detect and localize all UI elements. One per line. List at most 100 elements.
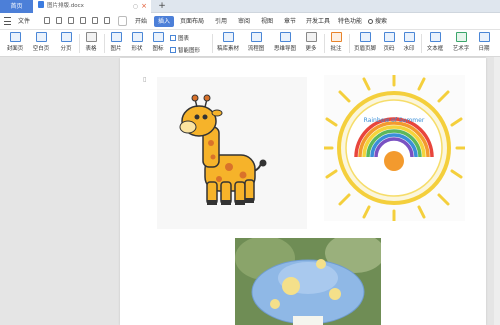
header-footer-icon [359,32,371,42]
more-button[interactable]: 更多 [302,32,320,52]
chart-icon [170,35,176,41]
sun-caption: Rainbow of Summer [364,117,425,124]
search-button[interactable]: 搜索 [368,16,398,27]
table-label: 表格 [85,46,97,52]
search-icon [368,19,373,24]
pin-icon[interactable]: ○ [133,0,138,13]
flowchart-label: 流程图 [247,46,265,52]
tab-insert[interactable]: 插入 [154,16,174,27]
comment-button[interactable]: 批注 [327,32,345,52]
date-label: 日期 [478,46,490,52]
tab-review[interactable]: 审阅 [234,16,254,27]
more-label: 更多 [305,46,317,52]
giraffe-picture[interactable] [157,77,307,229]
tab-home[interactable]: 首页 [0,0,33,13]
page-number-button[interactable]: 页码 [380,32,398,52]
online-material-icon [222,32,234,42]
mindmap-button[interactable]: 思维导图 [271,32,299,52]
shape-icon [131,32,143,42]
baidu-watermark-url: jingyan.baidu.com [402,296,449,302]
undo-icon[interactable] [104,17,110,24]
comment-icon [330,32,342,42]
cover-page-button[interactable]: 封面页 [4,32,26,52]
icons-icon [152,32,164,42]
document-title: 图片排版.docx [47,3,84,9]
flowchart-button[interactable]: 流程图 [244,32,268,52]
divider [104,34,105,53]
search-label: 搜索 [375,18,388,25]
insert-ribbon: 封面页 空白页 分页 表格 图片 形状 图标 图表 智能图形 稿库素材 流程图 … [0,30,500,57]
watermark-icon [403,32,415,42]
print-icon[interactable] [80,17,86,24]
online-material-button[interactable]: 稿库素材 [215,32,241,52]
picture-label: 图片 [110,46,122,52]
date-button[interactable]: 日期 [476,32,492,52]
redo-icon[interactable] [118,16,127,26]
page-number-icon [383,32,395,42]
watermark-button[interactable]: 水印 [400,32,418,52]
close-tab-button[interactable]: × [141,0,147,13]
tab-special[interactable]: 特色功能 [336,16,364,27]
chart-label: 图表 [178,36,190,42]
blank-page-icon [35,32,47,42]
page-number-label: 页码 [383,46,395,52]
divider [212,34,213,53]
watermark-label: 水印 [403,46,415,52]
header-footer-label: 页眉页脚 [353,46,376,52]
online-material-label: 稿库素材 [216,46,239,52]
icons-button[interactable]: 图标 [149,32,167,52]
shape-button[interactable]: 形状 [128,32,146,52]
mushroom-picture[interactable] [235,238,381,325]
picture-button[interactable]: 图片 [107,32,125,52]
textbox-label: 文本框 [426,46,444,52]
new-tab-button[interactable]: + [156,0,168,13]
document-icon [38,1,44,8]
tab-references[interactable]: 引用 [211,16,231,27]
icons-label: 图标 [152,46,164,52]
vertical-scrollbar[interactable] [494,57,500,325]
table-button[interactable]: 表格 [82,32,100,52]
wordart-label: 艺术字 [452,46,470,52]
page-break-label: 分页 [60,46,72,52]
page-break-icon [60,32,72,42]
tab-document[interactable]: 图片排版.docx ○ × [33,0,151,13]
preview-icon[interactable] [92,17,98,24]
chart-button[interactable]: 图表 [170,34,189,42]
smart-graphic-label: 智能图形 [178,48,201,54]
file-menu[interactable]: 文件 [14,16,34,27]
table-icon [85,32,97,42]
new-doc-icon[interactable] [44,17,50,24]
baidu-watermark: Baidu经验 [380,279,462,297]
tab-view[interactable]: 视图 [257,16,277,27]
menu-bar: 文件 开始 插入 页面布局 引用 审阅 视图 章节 开发工具 特色功能 搜索 [0,13,500,30]
divider [79,34,80,53]
sun-rainbow-picture[interactable]: Rainbow of Summer [324,75,465,221]
title-tab-bar: 首页 图片排版.docx ○ × + [0,0,500,13]
giraffe-illustration [179,94,267,205]
hamburger-menu-icon[interactable] [4,17,11,25]
divider [324,34,325,53]
mindmap-icon [279,32,291,42]
wordart-button[interactable]: 艺术字 [449,32,473,52]
divider [421,34,422,53]
textbox-button[interactable]: 文本框 [424,32,446,52]
more-icon [305,32,317,42]
tab-page-layout[interactable]: 页面布局 [178,16,206,27]
smart-graphic-button[interactable]: 智能图形 [170,46,200,54]
shape-label: 形状 [131,46,143,52]
divider [349,34,350,53]
tab-section[interactable]: 章节 [280,16,300,27]
textbox-icon [429,32,441,42]
blank-page-button[interactable]: 空白页 [30,32,52,52]
page-break-button[interactable]: 分页 [57,32,75,52]
flowchart-icon [250,32,262,42]
save-icon[interactable] [68,17,74,24]
sun-rainbow-illustration: Rainbow of Summer [324,75,465,221]
tab-start[interactable]: 开始 [131,16,151,27]
mindmap-label: 思维导图 [273,46,296,52]
open-icon[interactable] [56,17,62,24]
paragraph-mark-icon: ▯ [143,76,147,83]
tab-developer[interactable]: 开发工具 [304,16,332,27]
header-footer-button[interactable]: 页眉页脚 [352,32,378,52]
cover-page-label: 封面页 [6,46,24,52]
